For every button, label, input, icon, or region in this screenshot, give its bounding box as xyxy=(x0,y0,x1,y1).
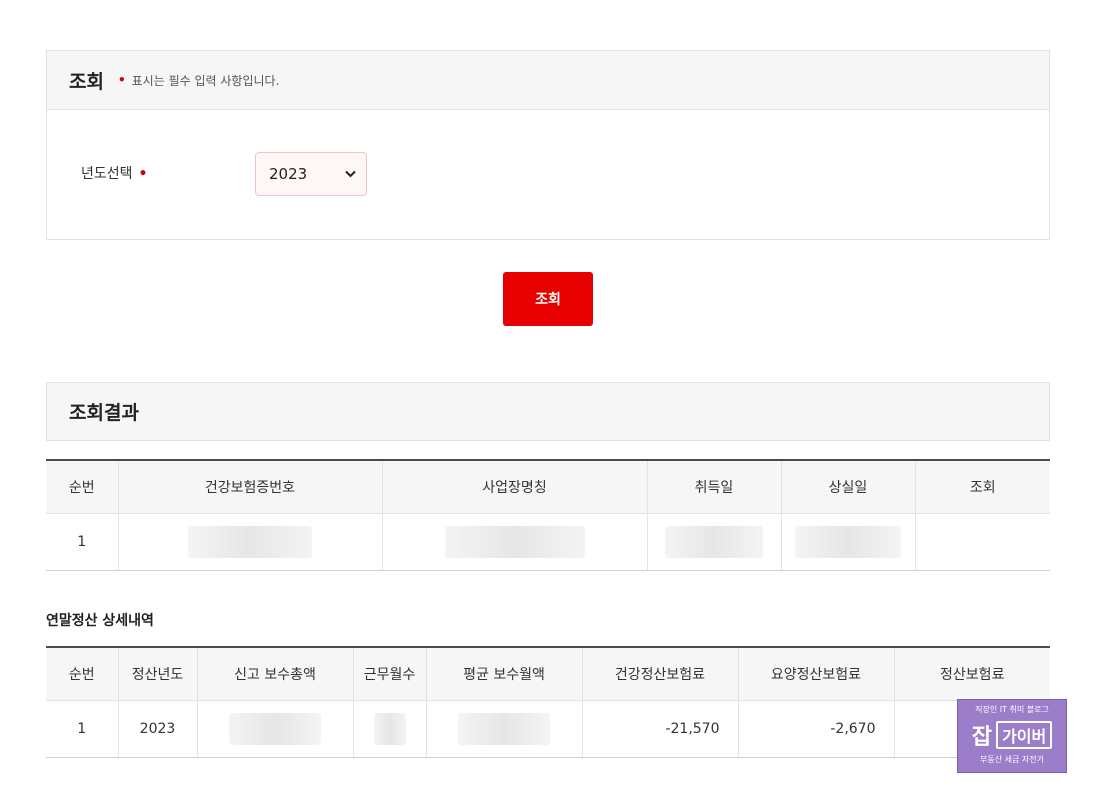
avg-pay-cell xyxy=(425,700,582,758)
view-cell[interactable] xyxy=(914,513,1050,571)
redacted-insurance-number xyxy=(188,526,312,558)
result-table: 순번 건강보험증번호 사업장명칭 취득일 상실일 조회 1 xyxy=(46,459,1050,571)
column-header: 신고 보수총액 xyxy=(196,646,353,701)
watermark-box-text: 가이버 xyxy=(996,721,1053,749)
year-required-mark-icon: • xyxy=(138,166,148,182)
table-row[interactable]: 1 xyxy=(46,513,1050,571)
chevron-down-icon xyxy=(345,168,356,181)
detail-title: 연말정산 상세내역 xyxy=(46,613,154,629)
column-header: 순번 xyxy=(46,459,118,514)
redacted-avg-pay xyxy=(458,713,550,745)
detail-table-header: 순번 정산년도 신고 보수총액 근무월수 평균 보수월액 건강정산보험료 요양정… xyxy=(46,646,1050,701)
column-header: 순번 xyxy=(46,646,118,701)
query-panel-body: 년도선택 • 2023 xyxy=(47,110,1049,239)
year-label-text: 년도선택 xyxy=(81,166,133,182)
redacted-acquisition-date xyxy=(665,526,763,558)
required-note-text: 표시는 필수 입력 사항입니다. xyxy=(131,73,280,88)
insurance-number-cell xyxy=(117,513,382,571)
watermark-main: 잡 가이버 xyxy=(958,719,1066,751)
total-pay-cell xyxy=(196,700,353,758)
query-panel-header: 조회 • 표시는 필수 입력 사항입니다. xyxy=(47,51,1049,110)
care-settlement-premium: -2,670 xyxy=(737,700,894,758)
column-header: 사업장명칭 xyxy=(381,459,647,514)
column-header: 조회 xyxy=(914,459,1050,514)
column-header: 취득일 xyxy=(646,459,781,514)
table-row: 1 2023 -21,570 -2,670 -24,240 xyxy=(46,700,1050,758)
required-mark-icon: • xyxy=(117,73,126,87)
result-title: 조회결과 xyxy=(69,402,139,424)
acquisition-date-cell xyxy=(646,513,781,571)
settlement-year: 2023 xyxy=(117,700,197,758)
health-settlement-premium: -21,570 xyxy=(581,700,738,758)
row-number: 1 xyxy=(46,513,118,571)
year-select-value: 2023 xyxy=(269,165,308,183)
redacted-total-pay xyxy=(229,713,321,745)
column-header: 평균 보수월액 xyxy=(425,646,582,701)
result-header: 조회결과 xyxy=(46,382,1050,441)
workplace-name-cell xyxy=(381,513,647,571)
work-months-cell xyxy=(352,700,426,758)
query-title: 조회 xyxy=(69,70,104,93)
loss-date-cell xyxy=(780,513,915,571)
year-label: 년도선택 • xyxy=(81,163,147,183)
column-header: 요양정산보험료 xyxy=(737,646,894,701)
column-header: 근무월수 xyxy=(352,646,426,701)
column-header: 정산년도 xyxy=(117,646,197,701)
watermark-top-text: 직장인 IT 취미 블로그 xyxy=(975,705,1049,714)
column-header: 상실일 xyxy=(780,459,915,514)
redacted-work-months xyxy=(373,713,406,745)
watermark-logo: 직장인 IT 취미 블로그 잡 가이버 부동산 세금 자전거 xyxy=(957,699,1067,773)
result-table-header: 순번 건강보험증번호 사업장명칭 취득일 상실일 조회 xyxy=(46,459,1050,514)
year-select[interactable]: 2023 xyxy=(255,152,367,196)
row-number: 1 xyxy=(46,700,118,758)
required-note: • 표시는 필수 입력 사항입니다. xyxy=(118,72,279,89)
query-panel: 조회 • 표시는 필수 입력 사항입니다. 년도선택 • 2023 xyxy=(46,50,1050,240)
column-header: 건강정산보험료 xyxy=(581,646,738,701)
watermark-bottom-text: 부동산 세금 자전거 xyxy=(980,755,1044,764)
redacted-loss-date xyxy=(795,526,901,558)
column-header: 건강보험증번호 xyxy=(117,459,382,514)
redacted-workplace-name xyxy=(444,526,585,558)
column-header: 정산보험료 xyxy=(893,646,1050,701)
search-button[interactable]: 조회 xyxy=(503,272,593,326)
detail-table: 순번 정산년도 신고 보수총액 근무월수 평균 보수월액 건강정산보험료 요양정… xyxy=(46,646,1050,758)
watermark-big-text: 잡 xyxy=(971,725,993,750)
